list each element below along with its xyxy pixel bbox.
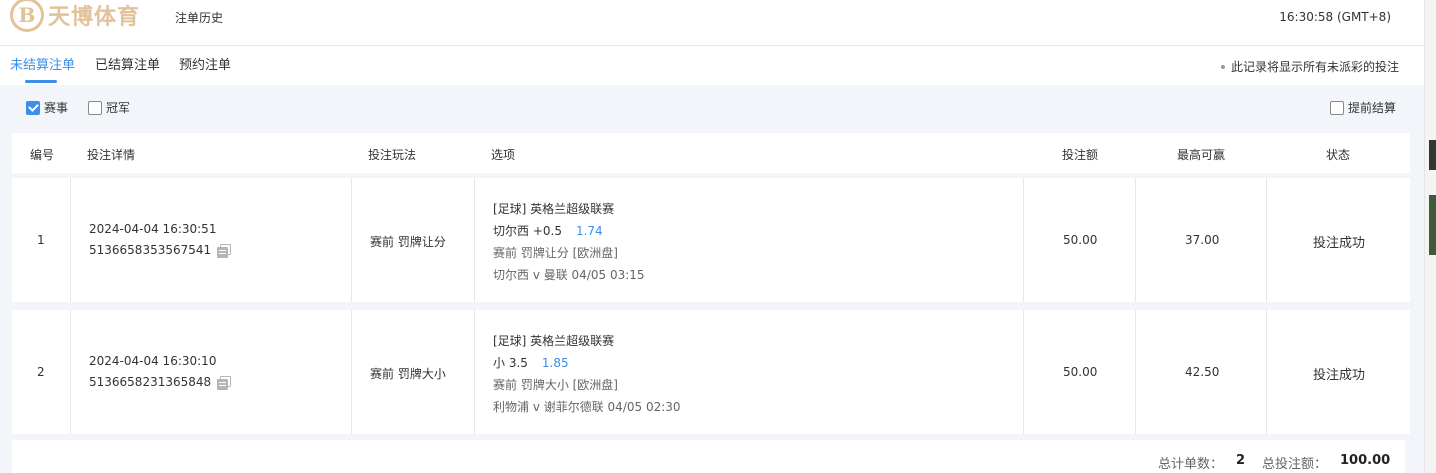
- cell-no: 1: [12, 178, 71, 302]
- copy-icon[interactable]: [217, 243, 232, 258]
- header-stake: 投注额: [1062, 148, 1099, 162]
- filter-event-checkbox[interactable]: 赛事: [26, 99, 68, 116]
- server-clock: 16:30:58 (GMT+8): [1279, 10, 1391, 24]
- cell-play: 赛前 罚牌让分: [352, 178, 475, 302]
- status-text: 投注成功: [1313, 368, 1366, 383]
- window-edge: [1424, 0, 1436, 473]
- early-settle-checkbox[interactable]: 提前结算: [1330, 99, 1396, 116]
- header-max-win: 最高可赢: [1177, 148, 1226, 162]
- cell-status: 投注成功: [1267, 178, 1410, 302]
- odds: 1.74: [575, 224, 603, 238]
- header-selection: 选项: [491, 148, 516, 162]
- checkbox-empty-icon: [1330, 100, 1344, 115]
- header-no: 编号: [30, 148, 55, 162]
- bet-id-line: 5136658353567541: [89, 243, 232, 258]
- header-play: 投注玩法: [368, 148, 417, 162]
- table-row: 1 2024-04-04 16:30:51 5136658353567541 赛…: [12, 178, 1410, 302]
- active-tab-indicator: [25, 80, 57, 83]
- match-info: 切尔西 v 曼联 04/05 03:15: [493, 268, 645, 282]
- tab-unsettled[interactable]: 未结算注单: [10, 54, 75, 73]
- total-count-label: 总计单数：: [1158, 457, 1224, 472]
- header: B 天博体育 注单历史 16:30:58 (GMT+8): [0, 0, 1424, 46]
- bet-history-panel: B 天博体育 注单历史 16:30:58 (GMT+8) 未结算注单 已结算注单…: [0, 0, 1424, 473]
- cell-stake: 50.00: [1024, 310, 1136, 434]
- league-name: [足球] 英格兰超级联赛: [493, 202, 615, 216]
- cell-selection: [足球] 英格兰超级联赛 小 3.5 1.85 赛前 罚牌大小 [欧洲盘] 利物浦…: [475, 310, 1024, 434]
- total-stake: 100.00: [1340, 453, 1391, 468]
- bet-id-line: 5136658231365848: [89, 375, 232, 390]
- bet-id: 5136658231365848: [89, 375, 212, 389]
- bet-number: 1: [37, 233, 45, 247]
- bet-number: 2: [37, 365, 45, 379]
- max-win: 37.00: [1185, 233, 1220, 247]
- market-type: 赛前 罚牌大小 [欧洲盘]: [493, 378, 618, 392]
- cell-selection: [足球] 英格兰超级联赛 切尔西 +0.5 1.74 赛前 罚牌让分 [欧洲盘] …: [475, 178, 1024, 302]
- tab-settled[interactable]: 已结算注单: [95, 54, 160, 73]
- total-count: 2: [1236, 453, 1246, 468]
- copy-icon[interactable]: [217, 375, 232, 390]
- total-stake-label: 总投注额：: [1262, 457, 1328, 472]
- page-title: 注单历史: [175, 11, 224, 25]
- checkbox-empty-icon: [88, 100, 102, 115]
- cell-no: 2: [12, 310, 71, 434]
- match-info: 利物浦 v 谢菲尔德联 04/05 02:30: [493, 400, 681, 414]
- filter-event-label: 赛事: [44, 101, 69, 115]
- table-header: 编号 投注详情 投注玩法 选项 投注额 最高可赢 状态: [12, 133, 1410, 173]
- pick: 切尔西 +0.5: [493, 224, 562, 238]
- max-win: 42.50: [1185, 365, 1220, 379]
- tab-reserved[interactable]: 预约注单: [179, 54, 231, 73]
- header-detail: 投注详情: [87, 148, 136, 162]
- pick-line: 小 3.5 1.85: [493, 354, 569, 371]
- filter-outright-label: 冠军: [106, 101, 131, 115]
- brand-logo[interactable]: B 天博体育: [10, 0, 140, 34]
- pick: 小 3.5: [493, 356, 528, 370]
- cell-play: 赛前 罚牌大小: [352, 310, 475, 434]
- bet-id: 5136658353567541: [89, 243, 212, 257]
- market-type: 赛前 罚牌让分 [欧洲盘]: [493, 246, 618, 260]
- cell-detail: 2024-04-04 16:30:51 5136658353567541: [71, 178, 352, 302]
- pick-line: 切尔西 +0.5 1.74: [493, 222, 603, 239]
- cell-detail: 2024-04-04 16:30:10 5136658231365848: [71, 310, 352, 434]
- notice: 此记录将显示所有未派彩的投注: [1220, 58, 1399, 75]
- stake: 50.00: [1063, 233, 1098, 247]
- table-row: 2 2024-04-04 16:30:10 5136658231365848 赛…: [12, 310, 1410, 434]
- summary-footer: 总计单数： 2 总投注额： 100.00: [12, 440, 1405, 473]
- bet-time: 2024-04-04 16:30:10: [89, 354, 217, 368]
- logo-text: 天博体育: [48, 5, 141, 30]
- checkbox-checked-icon: [26, 100, 40, 115]
- cell-max-win: 42.50: [1136, 310, 1267, 434]
- cell-stake: 50.00: [1024, 178, 1136, 302]
- notice-text: 此记录将显示所有未派彩的投注: [1230, 60, 1399, 74]
- odds: 1.85: [541, 356, 569, 370]
- cell-max-win: 37.00: [1136, 178, 1267, 302]
- bullet-dot-icon: [1220, 64, 1225, 69]
- status-text: 投注成功: [1313, 236, 1366, 251]
- header-status: 状态: [1326, 148, 1351, 162]
- bet-time: 2024-04-04 16:30:51: [89, 222, 217, 236]
- bet-play: 赛前 罚牌大小: [370, 367, 446, 381]
- filter-outright-checkbox[interactable]: 冠军: [88, 99, 130, 116]
- edge-sliver: [1429, 140, 1436, 170]
- cell-status: 投注成功: [1267, 310, 1410, 434]
- early-settle-label: 提前结算: [1348, 101, 1397, 115]
- stake: 50.00: [1063, 365, 1098, 379]
- logo-badge-icon: B: [10, 0, 44, 32]
- bet-play: 赛前 罚牌让分: [370, 235, 446, 249]
- league-name: [足球] 英格兰超级联赛: [493, 334, 615, 348]
- edge-sliver: [1429, 195, 1436, 255]
